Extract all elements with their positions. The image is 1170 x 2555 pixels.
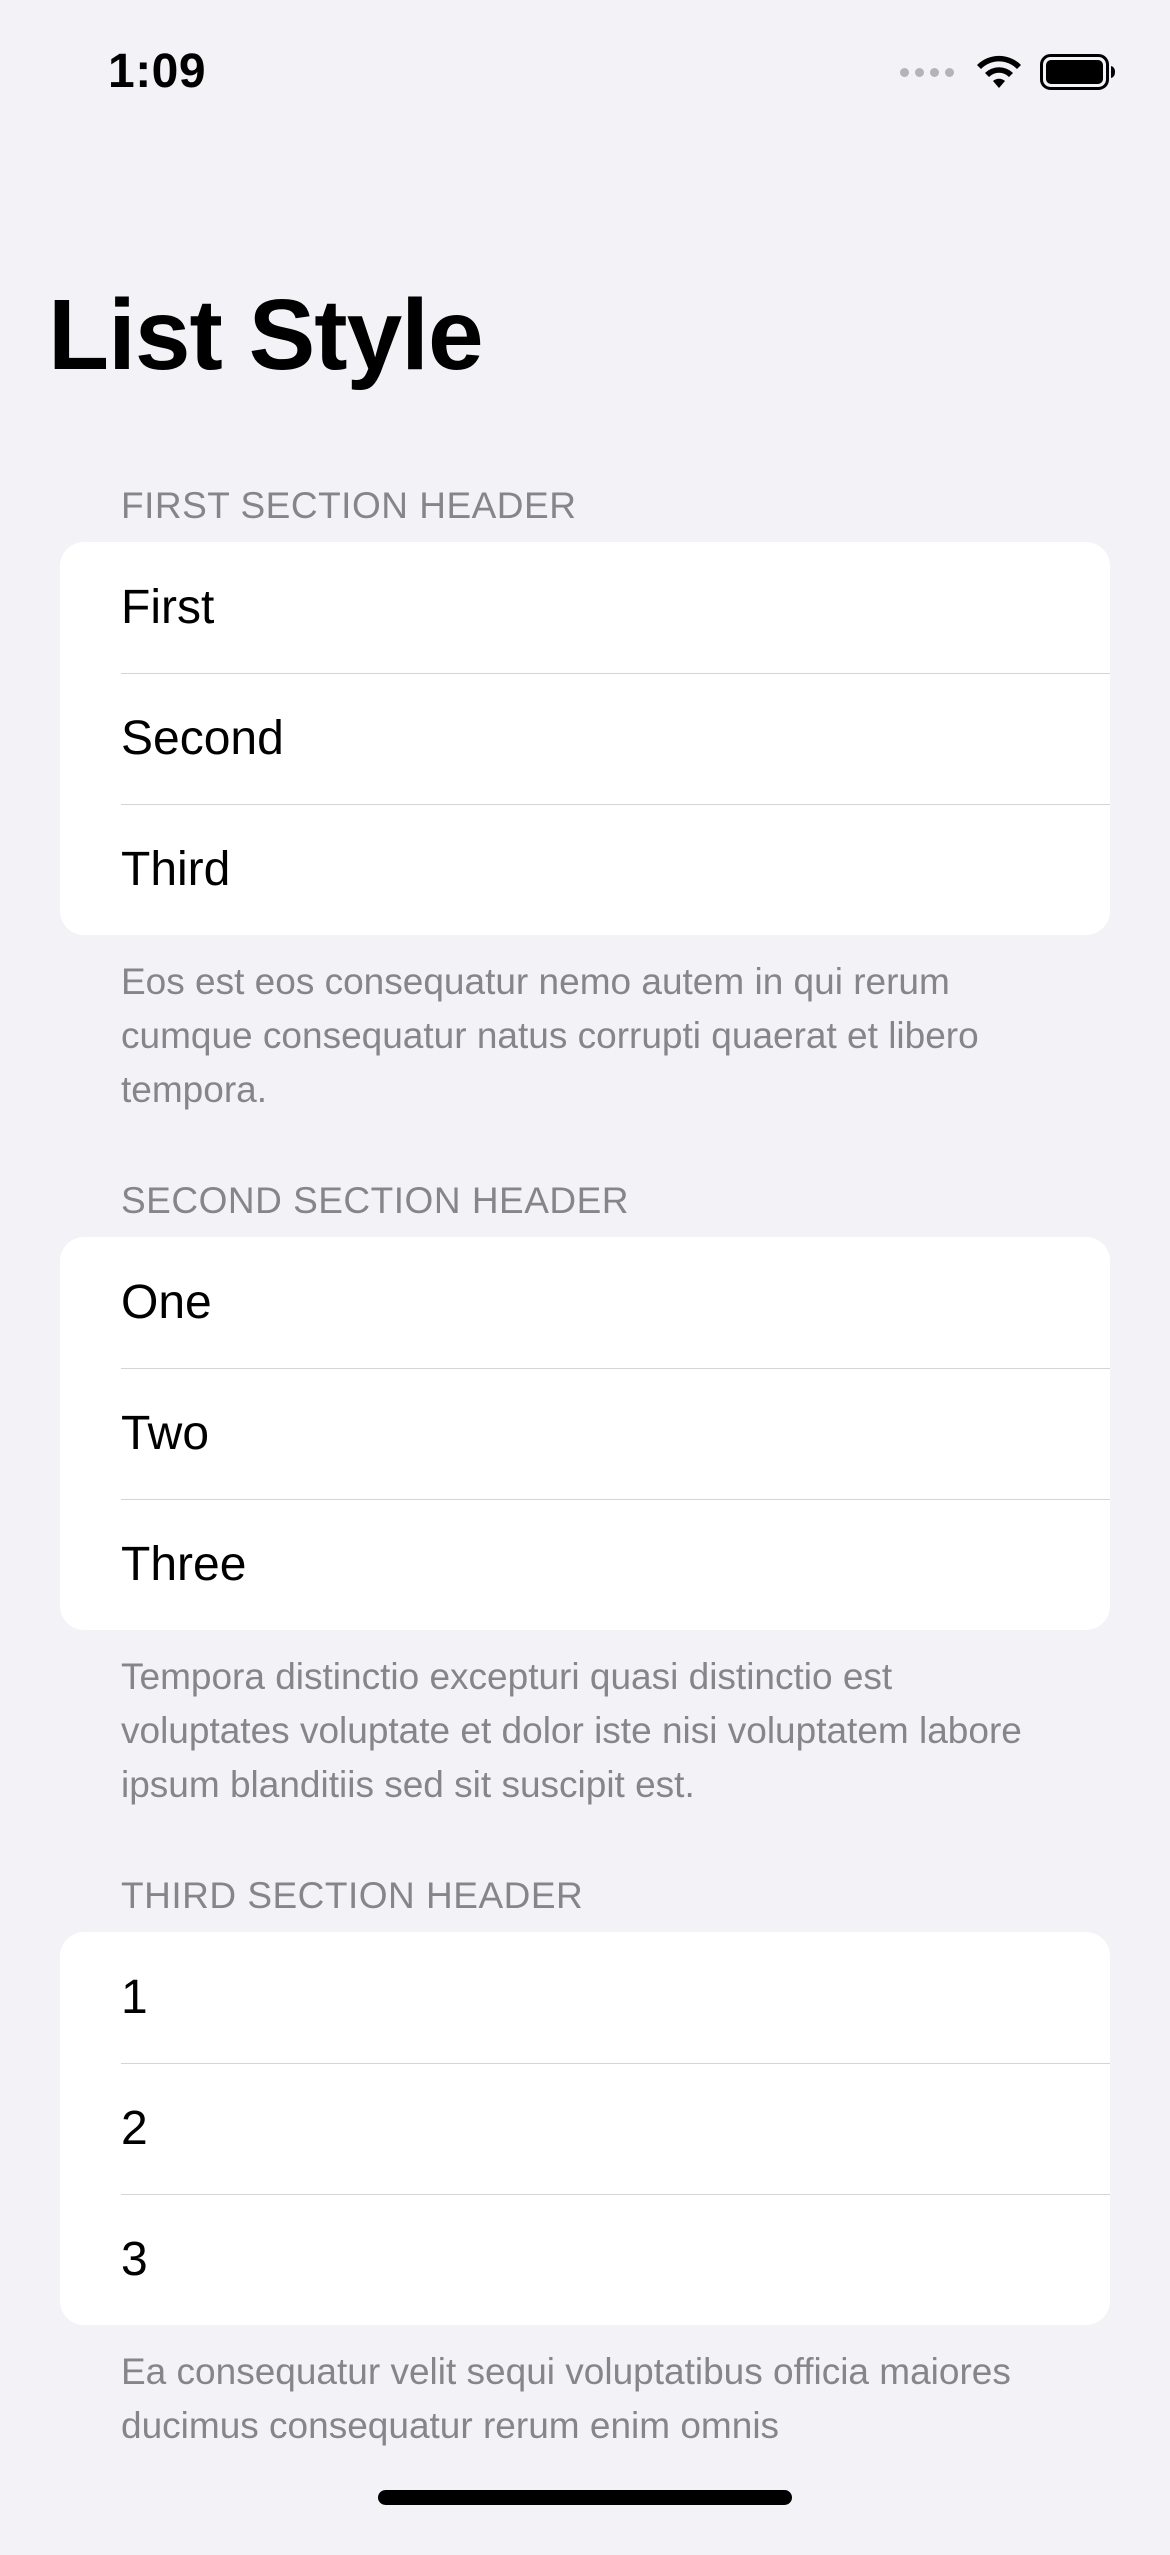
list-row[interactable]: Third [60, 804, 1110, 935]
section-group: First Second Third [60, 542, 1110, 935]
list-row[interactable]: 1 [60, 1932, 1110, 2063]
row-label: Two [121, 1407, 210, 1460]
section-group: One Two Three [60, 1237, 1110, 1630]
wifi-icon [977, 55, 1021, 88]
section-header: FIRST SECTION HEADER [121, 485, 577, 526]
section-footer: Ea consequatur velit sequi voluptatibus … [121, 2351, 1011, 2446]
row-label: 1 [121, 1971, 148, 2024]
list-row[interactable]: Second [60, 673, 1110, 804]
list-row[interactable]: First [60, 542, 1110, 673]
third-section: THIRD SECTION HEADER 1 2 3 Ea consequatu… [0, 1860, 1170, 2555]
row-label: First [121, 581, 215, 634]
section-header: THIRD SECTION HEADER [121, 1875, 584, 1916]
page-title: List Style [48, 279, 484, 391]
row-label: 3 [121, 2233, 148, 2286]
row-label: Third [121, 843, 231, 896]
row-label: Three [121, 1538, 247, 1591]
section-footer: Tempora distinctio excepturi quasi disti… [121, 1656, 1022, 1805]
second-section: SECOND SECTION HEADER One Two Three Temp… [0, 1165, 1170, 1860]
list-row[interactable]: Three [60, 1499, 1110, 1630]
row-label: One [121, 1276, 212, 1329]
list: FIRST SECTION HEADER First Second Third … [0, 470, 1170, 2555]
row-label: 2 [121, 2102, 148, 2155]
section-footer: Eos est eos consequatur nemo autem in qu… [121, 961, 979, 1110]
status-bar: 1:09 [0, 0, 1170, 150]
status-icons [900, 54, 1116, 90]
cellular-signal-icon [900, 67, 954, 77]
section-header: SECOND SECTION HEADER [121, 1180, 630, 1221]
home-indicator[interactable] [378, 2490, 792, 2505]
list-row[interactable]: Two [60, 1368, 1110, 1499]
list-row[interactable]: 2 [60, 2063, 1110, 2194]
section-group: 1 2 3 [60, 1932, 1110, 2325]
first-section: FIRST SECTION HEADER First Second Third … [0, 470, 1170, 1165]
battery-icon [1040, 54, 1115, 90]
list-row[interactable]: 3 [60, 2194, 1110, 2325]
status-time: 1:09 [108, 45, 207, 98]
list-row[interactable]: One [60, 1237, 1110, 1368]
row-label: Second [121, 712, 284, 765]
